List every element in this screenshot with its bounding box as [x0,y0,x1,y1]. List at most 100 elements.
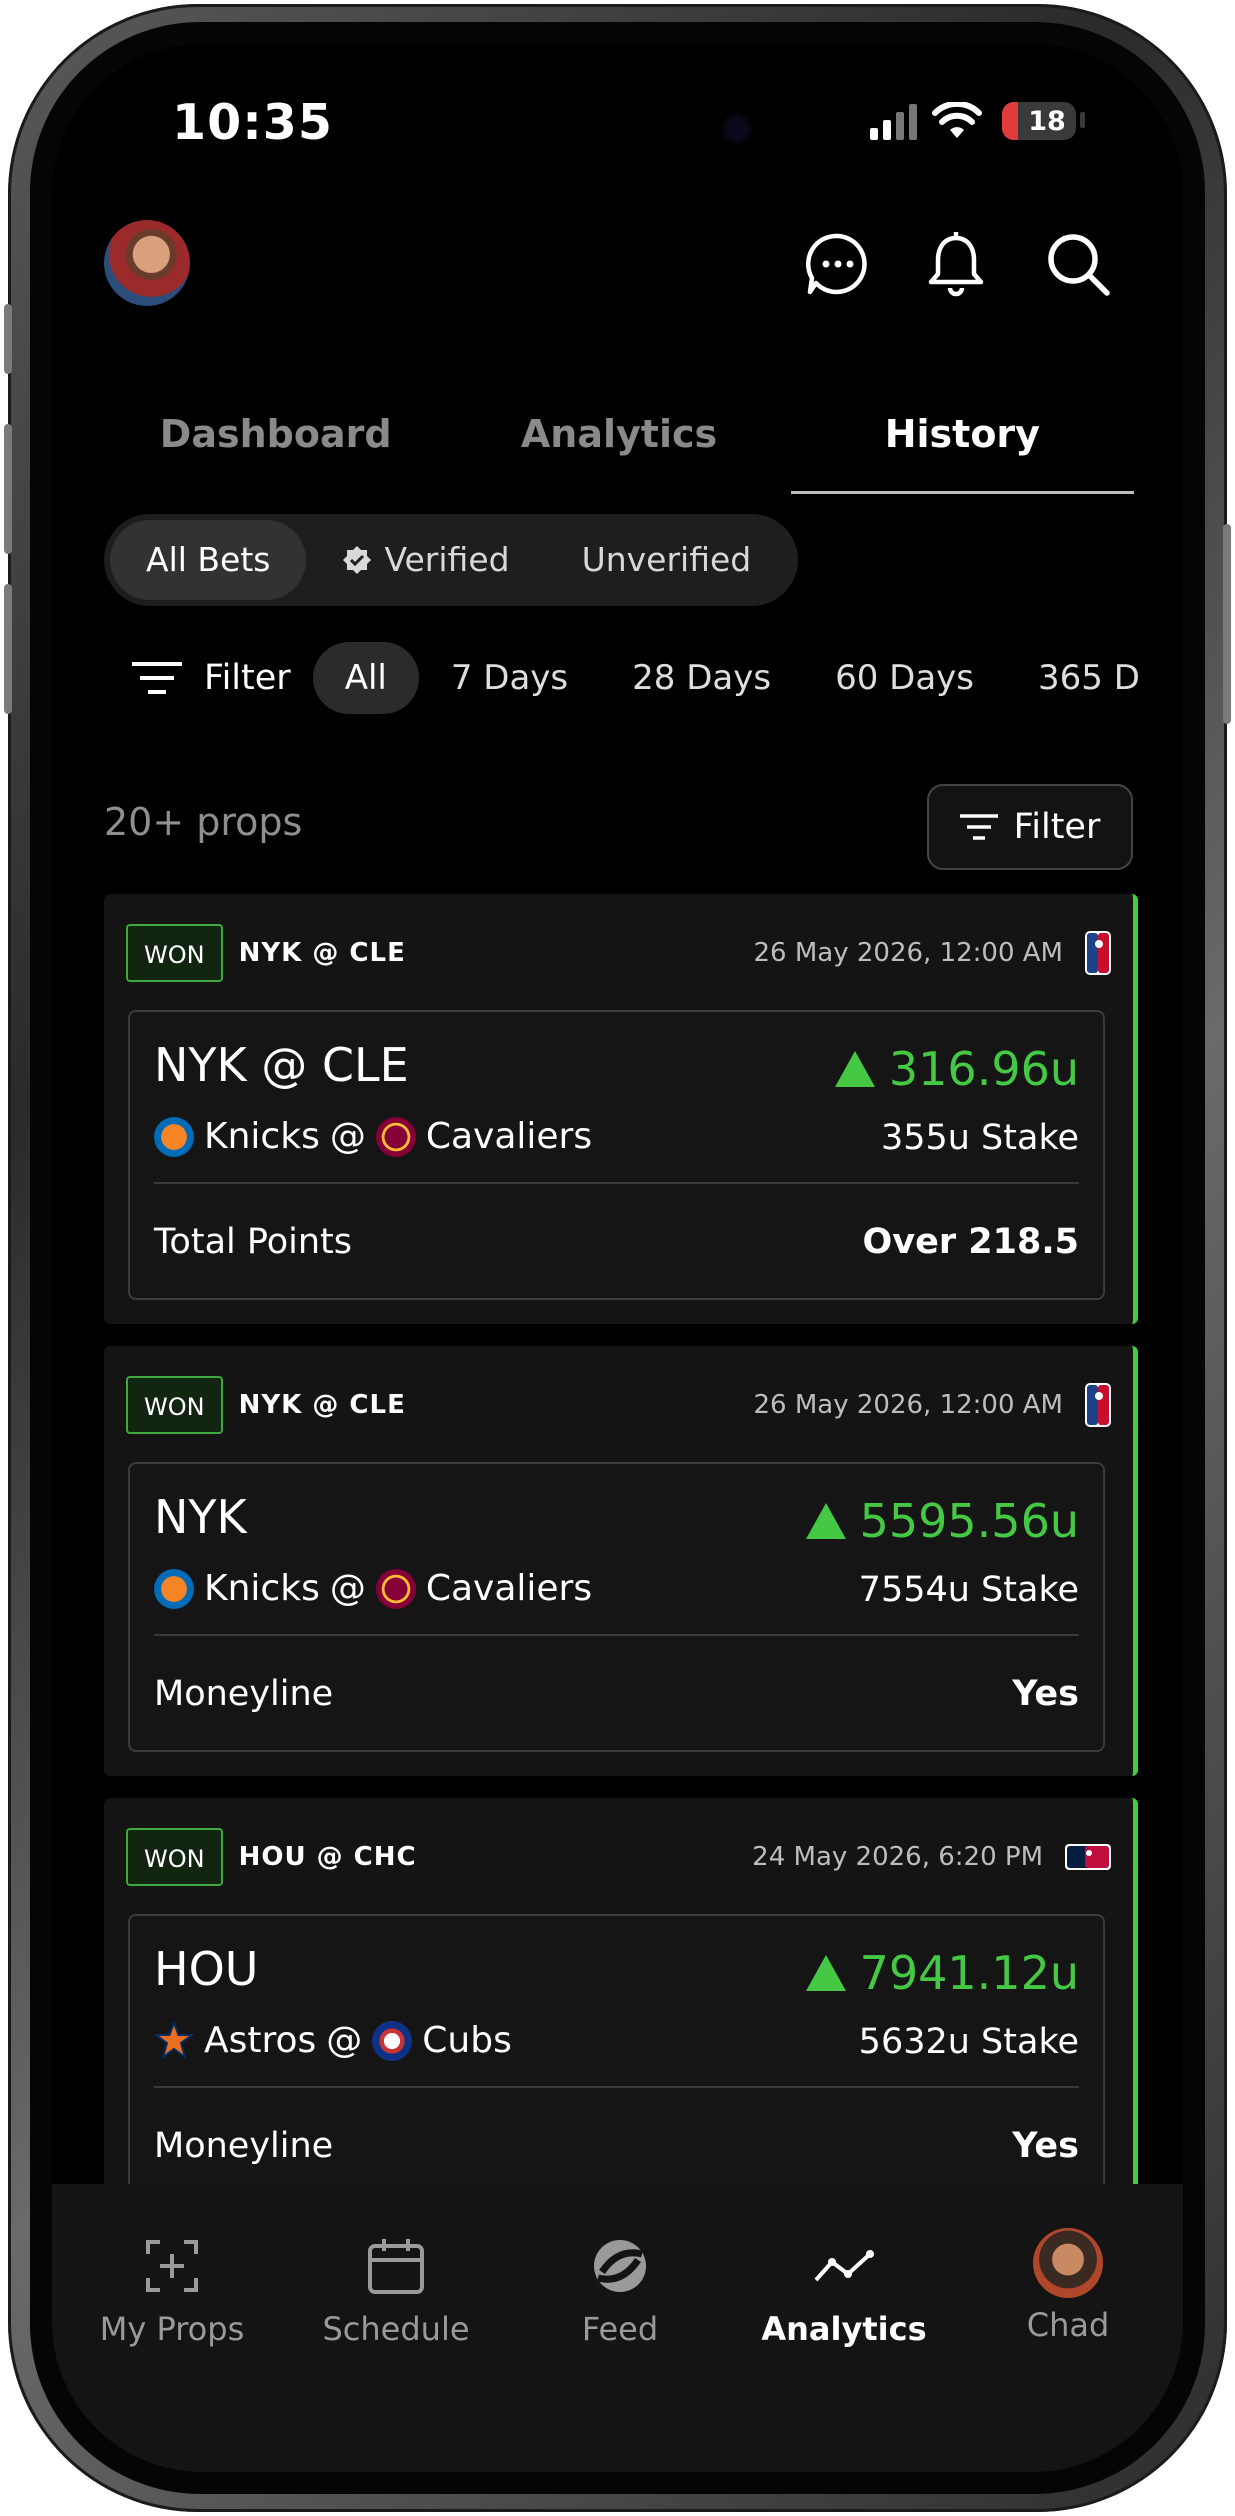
power-button [1223,524,1231,724]
volume-down-button [4,584,12,714]
bottom-nav: My Props Schedule Feed Analytics Chad [52,2184,1183,2472]
up-arrow-icon [805,1503,846,1539]
battery-tip [1080,112,1085,128]
verified-badge-icon [343,546,372,574]
win-amount: 5595.56u [805,1494,1079,1548]
bet-details: NYK @ CLE 316.96u Knicks @ Cavaliers 355… [128,1010,1105,1300]
props-count: 20+ props [104,800,303,844]
up-arrow-icon [834,1051,875,1087]
list-filter-button[interactable]: Filter [927,784,1133,870]
nav-feed[interactable]: Feed [530,2234,710,2348]
cavaliers-logo-icon [375,1116,416,1157]
unverified-option[interactable]: Unverified [546,520,788,600]
selection: Over 218.5 [862,1222,1079,1262]
amount-value: 5595.56u [859,1494,1079,1548]
matchup-separator: @ [329,1116,366,1157]
up-arrow-icon [805,1955,846,1991]
bet-card[interactable]: WON NYK @ CLE 26 May 2026, 12:00 AM NYK … [104,894,1138,1324]
feed-logo-icon [594,2240,646,2292]
chip-28-days[interactable]: 28 Days [600,642,803,714]
tab-history[interactable]: History [790,394,1135,494]
wifi-icon [932,102,982,138]
nav-schedule[interactable]: Schedule [306,2234,486,2348]
cavaliers-logo-icon [375,1568,416,1609]
battery-icon: 18 [1002,102,1076,140]
away-team: Knicks [204,1116,320,1157]
pick-title: HOU [154,1942,259,1996]
bet-details: NYK 5595.56u Knicks @ Cavaliers 7554u St… [128,1462,1105,1752]
battery-level: 18 [1028,105,1066,137]
pick-title: NYK @ CLE [154,1038,409,1092]
trend-line-icon [814,2250,874,2282]
verified-option[interactable]: Verified [306,520,545,600]
game-label: HOU @ CHC [238,1842,417,1872]
nba-logo-icon [1085,931,1111,975]
time-filter-button[interactable]: Filter [132,658,313,698]
chat-icon[interactable] [804,230,872,298]
nav-label: Chad [1026,2306,1110,2344]
chip-365-days[interactable]: 365 D [1006,642,1172,714]
nav-chad[interactable]: Chad [978,2228,1158,2344]
astros-logo-icon [154,2020,194,2060]
bet-date: 26 May 2026, 12:00 AM [753,938,1063,968]
main-tabs: Dashboard Analytics History [104,394,1135,494]
divider [154,1182,1079,1184]
selection: Yes [1012,2126,1079,2166]
bet-card[interactable]: WON HOU @ CHC 24 May 2026, 6:20 PM HOU 7… [104,1798,1138,2228]
stake: 355u Stake [880,1118,1079,1158]
nav-my-props[interactable]: My Props [82,2234,262,2348]
market: Moneyline [154,2126,334,2166]
status-time: 10:35 [172,94,333,151]
bet-card[interactable]: WON NYK @ CLE 26 May 2026, 12:00 AM NYK … [104,1346,1138,1776]
nav-analytics[interactable]: Analytics [754,2234,934,2348]
status-badge: WON [126,1828,223,1886]
chip-7-days[interactable]: 7 Days [419,642,600,714]
time-filter-bar: Filter All 7 Days 28 Days 60 Days 365 D [132,642,1172,714]
stake: 7554u Stake [858,1570,1079,1610]
game-label: NYK @ CLE [238,1390,406,1420]
all-bets-option[interactable]: All Bets [110,520,307,600]
filter-icon [132,662,182,694]
volume-up-button [4,424,12,554]
search-icon[interactable] [1044,230,1112,298]
unverified-label: Unverified [581,540,752,579]
front-camera [726,118,748,140]
home-team: Cavaliers [425,1116,593,1157]
verification-filter: All Bets Verified Unverified [104,514,798,606]
mlb-logo-icon [1065,1844,1111,1870]
bet-date: 26 May 2026, 12:00 AM [753,1390,1063,1420]
home-team: Cubs [422,2020,512,2061]
calendar-icon [368,2239,424,2294]
market: Total Points [154,1222,353,1262]
list-filter-label: Filter [1013,807,1101,847]
signal-icon [870,104,917,140]
win-amount: 7941.12u [805,1946,1079,2000]
nav-label: Schedule [322,2310,470,2348]
chip-60-days[interactable]: 60 Days [803,642,1006,714]
tab-analytics[interactable]: Analytics [447,394,790,494]
divider [154,1634,1079,1636]
matchup-separator: @ [326,2020,363,2061]
win-amount: 316.96u [834,1042,1079,1096]
filter-label: Filter [204,658,291,698]
cubs-logo-icon [372,2020,413,2061]
market: Moneyline [154,1674,334,1714]
knicks-logo-icon [154,1568,194,1609]
nav-label: Feed [581,2310,659,2348]
bet-date: 24 May 2026, 6:20 PM [752,1842,1043,1872]
matchup: Astros @ Cubs [154,2020,512,2061]
add-square-icon [146,2240,198,2292]
away-team: Astros [204,2020,317,2061]
all-bets-label: All Bets [146,540,271,579]
filter-icon [959,814,998,840]
divider [154,2086,1079,2088]
avatar [1033,2228,1103,2298]
chip-all[interactable]: All [312,642,419,714]
selection: Yes [1012,1674,1079,1714]
notification-bell-icon[interactable] [922,230,990,298]
tab-dashboard[interactable]: Dashboard [104,394,447,494]
pick-title: NYK [154,1490,247,1544]
knicks-logo-icon [154,1116,194,1157]
bet-details: HOU 7941.12u Astros @ Cubs 5632u Stake M… [128,1914,1105,2204]
profile-avatar[interactable] [104,220,190,306]
